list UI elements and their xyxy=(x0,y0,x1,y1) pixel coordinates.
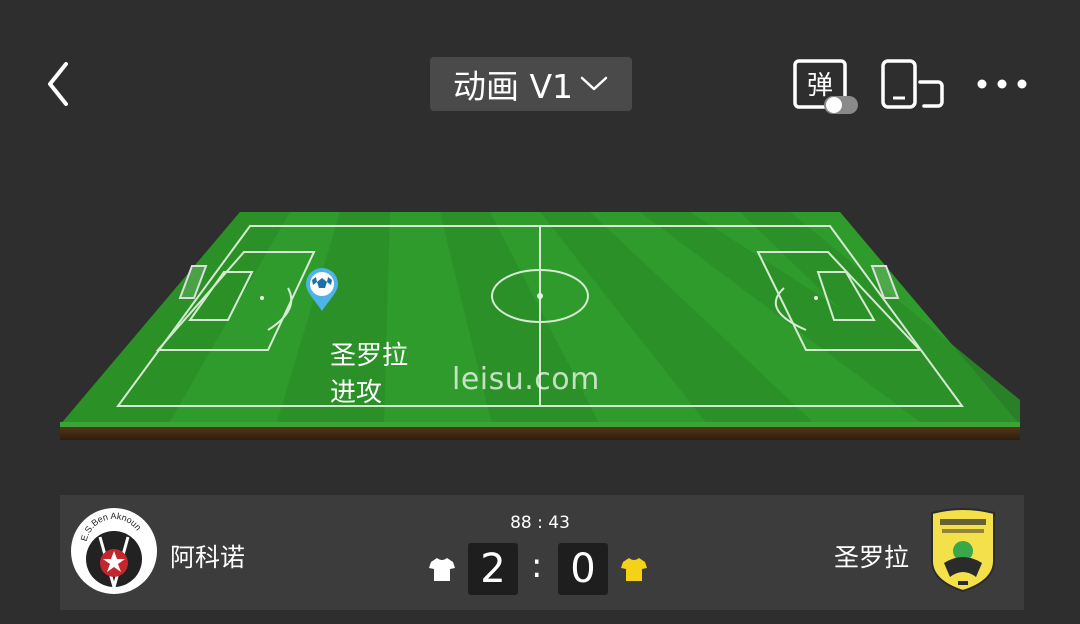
attack-event-label: 圣罗拉 进攻 xyxy=(330,338,408,412)
rotate-screen-icon xyxy=(881,59,944,109)
away-team-logo[interactable] xyxy=(926,507,1000,593)
match-clock: 88 : 43 xyxy=(510,513,570,533)
rotate-screen-button[interactable] xyxy=(880,58,946,112)
away-score: 0 xyxy=(558,543,608,595)
home-team-name[interactable]: 阿科诺 xyxy=(170,538,245,574)
away-team-name[interactable]: 圣罗拉 xyxy=(834,538,909,574)
event-team: 圣罗拉 xyxy=(330,341,409,371)
danmu-toggle-button[interactable]: 弹 xyxy=(792,58,860,118)
match-live-screen: 动画 V1 弹 leisu.com 圣罗拉 进攻 E.S.Ben Aknoun … xyxy=(0,0,1080,624)
away-jersey-icon xyxy=(621,558,647,581)
ball-location-icon xyxy=(306,268,338,311)
chevron-down-icon xyxy=(580,76,608,91)
home-score: 2 xyxy=(468,543,518,595)
chevron-left-icon xyxy=(48,62,68,106)
home-jersey-icon xyxy=(429,558,455,581)
mode-select-label: 动画 V1 xyxy=(452,67,574,106)
score-separator: : xyxy=(531,546,543,586)
home-team-logo[interactable]: E.S.Ben Aknoun xyxy=(70,507,158,595)
watermark: leisu.com xyxy=(452,362,600,397)
danmu-icon: 弹 xyxy=(793,59,858,114)
more-dots-icon xyxy=(977,79,1027,89)
svg-text:弹: 弹 xyxy=(807,71,833,101)
back-button[interactable] xyxy=(38,56,82,112)
event-action: 进攻 xyxy=(330,378,383,408)
more-options-button[interactable] xyxy=(975,70,1029,98)
animation-mode-select[interactable]: 动画 V1 xyxy=(430,57,632,111)
pitch-animation xyxy=(60,212,1020,440)
